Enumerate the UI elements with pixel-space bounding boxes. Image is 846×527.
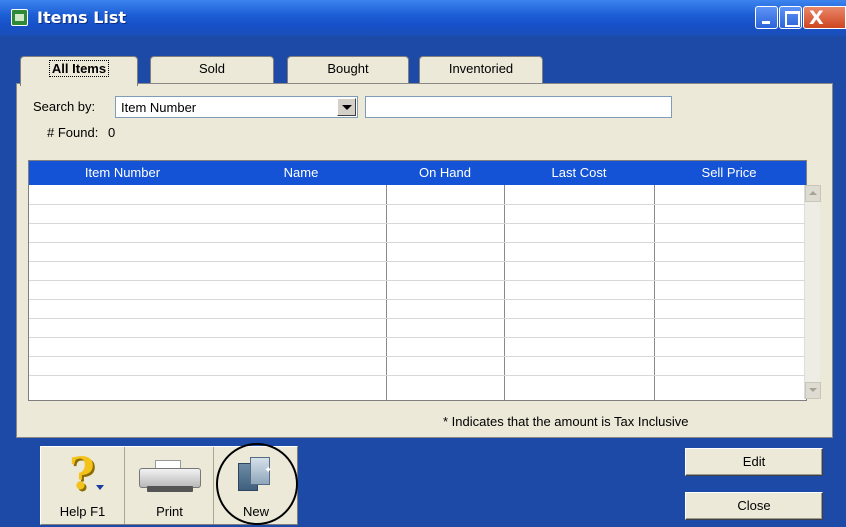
column-header-sell-price[interactable]: Sell Price (654, 165, 804, 180)
tab-all-items[interactable]: All Items (20, 56, 138, 86)
printer-icon (139, 460, 201, 494)
column-header-name[interactable]: Name (216, 165, 386, 180)
search-by-label: Search by: (33, 99, 96, 114)
table-row[interactable] (29, 299, 806, 300)
chevron-down-icon[interactable] (337, 98, 356, 116)
column-header-item-number[interactable]: Item Number (29, 165, 216, 180)
minimize-button[interactable] (755, 6, 778, 29)
edit-button[interactable]: Edit (685, 448, 823, 476)
window-title: Items List (37, 8, 127, 27)
column-header-last-cost[interactable]: Last Cost (504, 165, 654, 180)
print-label: Print (156, 504, 183, 519)
table-row[interactable] (29, 204, 806, 205)
items-list-window: Items List X All Items Sold Bought Inven… (0, 0, 846, 527)
tab-sold[interactable]: Sold (150, 56, 274, 83)
table-row[interactable] (29, 223, 806, 224)
close-icon: X (809, 7, 824, 29)
table-row[interactable] (29, 356, 806, 357)
column-header-on-hand[interactable]: On Hand (386, 165, 504, 180)
search-field-value: Item Number (121, 100, 197, 115)
question-mark-icon: ? (69, 449, 95, 500)
found-count: 0 (108, 125, 116, 140)
app-icon (11, 9, 28, 26)
highlight-circle (216, 443, 298, 525)
tab-inventoried[interactable]: Inventoried (419, 56, 543, 83)
table-row[interactable] (29, 280, 806, 281)
tax-inclusive-note: * Indicates that the amount is Tax Inclu… (443, 414, 689, 429)
dropdown-arrow-icon (96, 485, 104, 490)
column-divider (386, 185, 387, 400)
table-row[interactable] (29, 318, 806, 319)
vertical-scrollbar[interactable] (804, 185, 821, 399)
scroll-down-arrow-icon[interactable] (805, 382, 821, 399)
tab-bought[interactable]: Bought (287, 56, 409, 83)
found-label: # Found: (47, 125, 99, 140)
table-row[interactable] (29, 242, 806, 243)
column-divider (654, 185, 655, 400)
items-table[interactable]: Item Number Name On Hand Last Cost Sell … (28, 160, 807, 401)
scroll-up-arrow-icon[interactable] (805, 185, 821, 202)
search-field-select[interactable]: Item Number (115, 96, 358, 118)
search-input[interactable] (365, 96, 672, 118)
print-button[interactable]: Print (126, 447, 214, 524)
maximize-button[interactable] (779, 6, 802, 29)
help-button[interactable]: ? Help F1 (41, 447, 125, 524)
close-button[interactable]: Close (685, 492, 823, 520)
close-window-button[interactable]: X (803, 6, 846, 29)
column-divider (504, 185, 505, 400)
table-row[interactable] (29, 375, 806, 376)
table-header: Item Number Name On Hand Last Cost Sell … (29, 161, 806, 185)
table-row[interactable] (29, 337, 806, 338)
title-bar[interactable]: Items List X (0, 0, 846, 36)
help-label: Help F1 (59, 504, 106, 519)
table-row[interactable] (29, 261, 806, 262)
